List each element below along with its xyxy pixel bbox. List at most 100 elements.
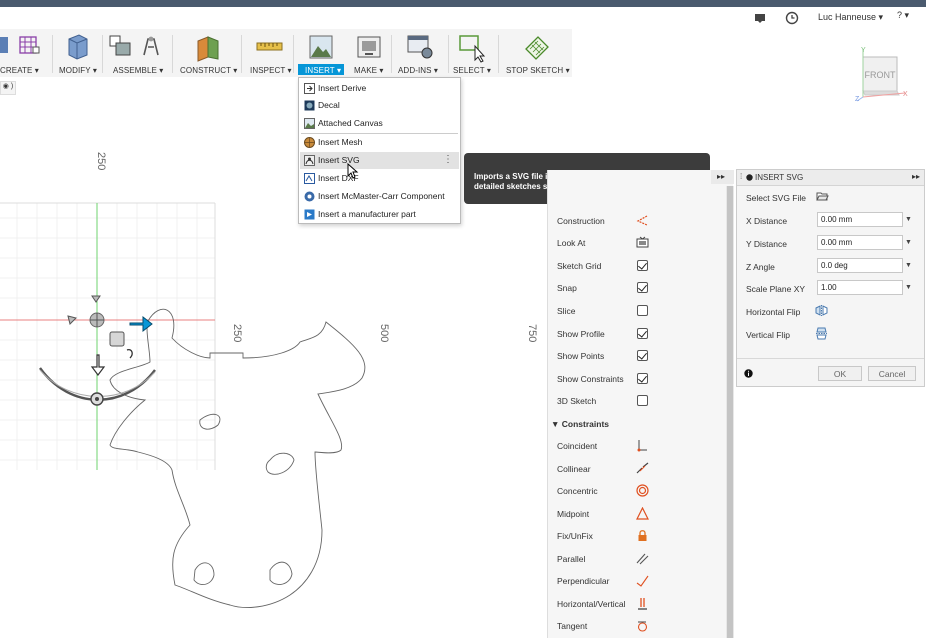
lock-icon[interactable] [636, 529, 649, 542]
toolbar-add-ins[interactable]: ADD-INS ▾ [397, 29, 445, 77]
palette-expand-icon[interactable]: ▸▸ [717, 172, 725, 181]
folder-open-icon[interactable] [816, 191, 829, 202]
palette-scroll-thumb[interactable] [727, 186, 733, 638]
sketch-grid-checkbox[interactable] [637, 260, 648, 271]
toolbar-construct[interactable]: CONSTRUCT ▾ [178, 29, 238, 77]
scale-dropdown-icon[interactable]: ▼ [905, 284, 912, 291]
toolbar-modify[interactable]: MODIFY ▾ [57, 29, 102, 77]
job-status-icon[interactable] [785, 11, 799, 25]
palette-option-show-constraints[interactable]: Show Constraints [548, 368, 728, 390]
menu-item-label: Insert a manufacturer part [318, 209, 416, 219]
look-at-icon[interactable] [636, 236, 649, 249]
constraint-label: Perpendicular [557, 576, 610, 586]
show-constraints-checkbox[interactable] [637, 373, 648, 384]
horizontal-vertical-icon[interactable] [636, 597, 649, 610]
toolbar-make[interactable]: MAKE ▾ [348, 29, 388, 77]
construction-icon[interactable] [636, 214, 649, 227]
toolbar-stop-sketch[interactable]: STOP SKETCH ▾ [504, 29, 570, 77]
notifications-icon[interactable] [753, 11, 767, 25]
scale-plane-xy-input[interactable]: 1.00 [817, 280, 903, 295]
y-distance-input[interactable]: 0.00 mm [817, 235, 903, 250]
x-distance-input[interactable]: 0.00 mm [817, 212, 903, 227]
constraints-section-header[interactable]: ▼ Constraints [551, 419, 609, 429]
constraint-fix-unfix[interactable]: Fix/UnFix [548, 525, 728, 547]
palette-option-sketch-grid[interactable]: Sketch Grid [548, 255, 728, 277]
more-options-icon[interactable]: ⋮ [443, 154, 453, 165]
palette-option-look-at[interactable]: Look At [548, 232, 728, 254]
show-profile-checkbox[interactable] [637, 328, 648, 339]
ok-button[interactable]: OK [818, 366, 862, 381]
user-account-menu[interactable]: Luc Hanneuse ▾ [818, 12, 883, 23]
collinear-icon[interactable] [636, 462, 649, 475]
midpoint-icon[interactable] [636, 507, 649, 520]
z-angle-dropdown-icon[interactable]: ▼ [905, 262, 912, 269]
cancel-button[interactable]: Cancel [868, 366, 916, 381]
palette-option-3d-sketch[interactable]: 3D Sketch [548, 390, 728, 412]
toolbar-inspect[interactable]: INSPECT ▾ [248, 29, 292, 77]
palette-option-show-profile[interactable]: Show Profile [548, 323, 728, 345]
constraint-perpendicular[interactable]: Perpendicular [548, 570, 728, 592]
vertical-flip-icon[interactable] [815, 327, 828, 340]
y-distance-dropdown-icon[interactable]: ▼ [905, 239, 912, 246]
help-menu[interactable]: ? ▾ [897, 10, 909, 21]
menu-item-insert-derive[interactable]: Insert Derive [300, 80, 459, 97]
dialog-status-icon [746, 174, 753, 181]
parallel-icon[interactable] [636, 552, 649, 565]
menu-item-label: Decal [318, 100, 340, 110]
palette-option-construction[interactable]: Construction [548, 210, 728, 232]
concentric-icon[interactable] [636, 484, 649, 497]
drag-handle-icon[interactable]: ⁞ [740, 172, 742, 181]
ruler-label-500: 500 [378, 324, 390, 342]
grid-major-lines [0, 202, 216, 470]
option-label: Sketch Grid [557, 261, 602, 271]
ruler-label-top: 250 [95, 152, 107, 170]
toolbar-assemble[interactable]: ASSEMBLE ▾ [108, 29, 170, 77]
info-icon[interactable] [744, 369, 753, 378]
horizontal-flip-icon[interactable] [815, 304, 828, 317]
toolbar-divider [102, 35, 103, 73]
menu-item-attached-canvas[interactable]: Attached Canvas [300, 115, 459, 132]
slice-checkbox[interactable] [637, 305, 648, 316]
constraint-tangent[interactable]: Tangent [548, 615, 728, 637]
constraint-midpoint[interactable]: Midpoint [548, 503, 728, 525]
constraint-parallel[interactable]: Parallel [548, 548, 728, 570]
z-angle-input[interactable]: 0.0 deg [817, 258, 903, 273]
palette-scrollbar[interactable] [726, 186, 734, 638]
menu-item-insert-mesh[interactable]: Insert Mesh [300, 134, 459, 151]
toolbar-assemble-label: ASSEMBLE ▾ [113, 66, 164, 75]
palette-option-slice[interactable]: Slice [548, 300, 728, 322]
show-points-checkbox[interactable] [637, 350, 648, 361]
measure-icon [256, 42, 283, 51]
constraint-collinear[interactable]: Collinear [548, 458, 728, 480]
toolbar-divider [172, 35, 173, 73]
menu-item-insert-dxf[interactable]: Insert DXF [300, 170, 459, 187]
constraint-coincident[interactable]: Coincident [548, 435, 728, 457]
menu-item-decal[interactable]: Decal [300, 97, 459, 114]
palette-option-show-points[interactable]: Show Points [548, 345, 728, 367]
vertical-flip-label: Vertical Flip [746, 330, 790, 340]
menu-item-insert-svg[interactable]: Insert SVG ⋮ [300, 152, 459, 169]
constraint-concentric[interactable]: Concentric [548, 480, 728, 502]
toolbar-create[interactable]: CREATE ▾ [0, 29, 48, 77]
mesh-icon [304, 137, 315, 148]
view-cube[interactable]: FRONT Y X Z [855, 45, 915, 105]
tangent-icon[interactable] [636, 619, 649, 632]
3d-sketch-checkbox[interactable] [637, 395, 648, 406]
perpendicular-icon[interactable] [636, 574, 649, 587]
select-icon [459, 35, 486, 63]
expand-dialog-icon[interactable]: ▸▸ [912, 172, 920, 181]
dialog-divider [737, 358, 924, 359]
palette-option-snap[interactable]: Snap [548, 277, 728, 299]
toolbar-select[interactable]: SELECT ▾ [452, 29, 494, 77]
menu-item-insert-manufacturer-part[interactable]: Insert a manufacturer part [300, 206, 459, 223]
coincident-icon[interactable] [636, 439, 649, 452]
x-distance-dropdown-icon[interactable]: ▼ [905, 216, 912, 223]
option-label: Snap [557, 283, 577, 293]
menu-item-insert-mcmaster[interactable]: Insert McMaster-Carr Component [300, 188, 459, 205]
snap-checkbox[interactable] [637, 282, 648, 293]
selection-filter-toggle[interactable]: ◉ ) [0, 81, 16, 95]
option-label: Look At [557, 238, 586, 248]
toolbar-insert[interactable]: INSERT ▾ [298, 29, 346, 77]
constraint-horizontal-vertical[interactable]: Horizontal/Vertical [548, 593, 728, 615]
toolbar-construct-label: CONSTRUCT ▾ [180, 66, 238, 75]
